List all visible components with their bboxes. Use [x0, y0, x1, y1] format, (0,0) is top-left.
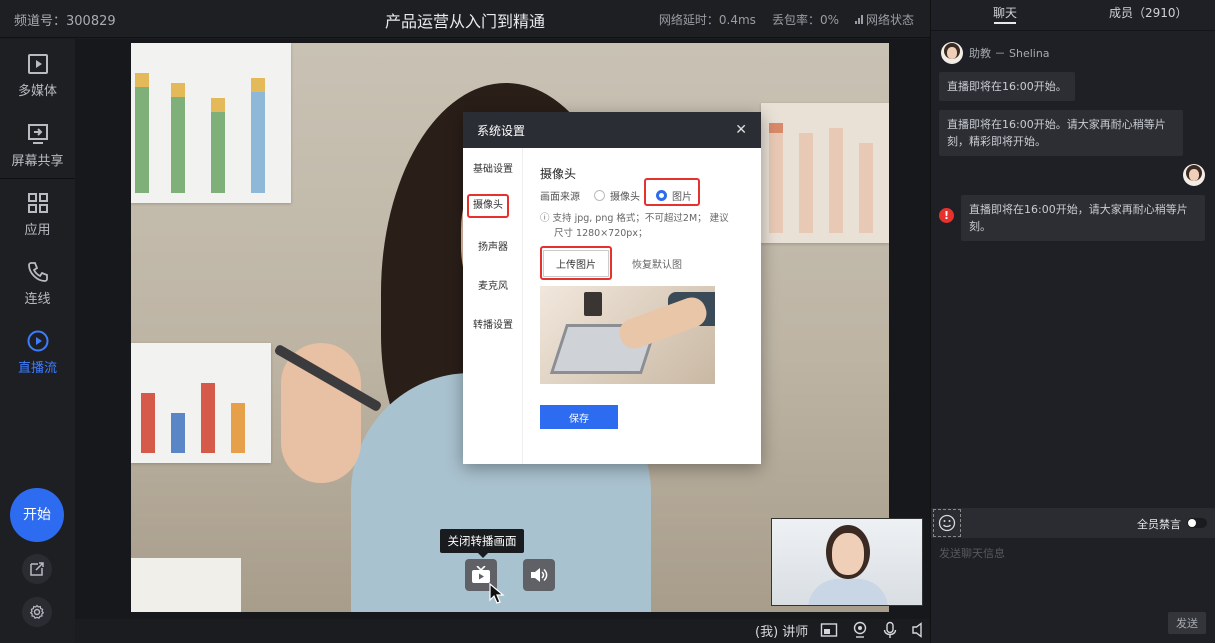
- tab-members[interactable]: 成员（2910）: [1109, 4, 1188, 21]
- upload-image-button[interactable]: 上传图片: [540, 246, 612, 280]
- info-line-1: 支持 jpg, png 格式；不可超过2M； 建议: [552, 213, 729, 224]
- mute-all-toggle[interactable]: [1187, 518, 1207, 528]
- sender-name: 助教 － Shelina: [969, 47, 1050, 60]
- dialog-nav-microphone[interactable]: 麦克风: [463, 277, 523, 292]
- sidebar-item-label: 多媒体: [17, 84, 57, 99]
- dialog-nav-basic[interactable]: 基础设置: [463, 160, 523, 175]
- image-option-highlight: [644, 178, 700, 206]
- smile-icon: [938, 514, 956, 532]
- send-button[interactable]: 发送: [1168, 612, 1206, 634]
- mute-all-label: 全员禁言: [1137, 518, 1181, 531]
- apps-icon: [27, 193, 48, 213]
- upload-info: ⓘ 支持 jpg, png 格式；不可超过2M； 建议 尺寸 1280×720p…: [540, 211, 750, 241]
- dialog-nav-relay[interactable]: 转播设置: [463, 316, 523, 331]
- tv-icon: [472, 566, 490, 583]
- info-line-2: 尺寸 1280×720px；: [554, 228, 648, 239]
- mouse-cursor-icon: [489, 583, 505, 604]
- sidebar-item-apps[interactable]: 应用: [0, 191, 75, 238]
- sidebar-item-media[interactable]: 多媒体: [0, 52, 75, 99]
- tooltip: 关闭转播画面: [440, 529, 524, 558]
- chat-toolbar: 全员禁言: [931, 508, 1215, 538]
- role-label: (我) 讲师: [755, 625, 809, 640]
- latency-text: 网络延时：0.4ms: [658, 13, 756, 27]
- dialog-nav: 基础设置 摄像头 扬声器 麦克风 转播设置: [463, 148, 523, 464]
- sidebar-divider: [0, 178, 75, 179]
- media-icon: [27, 54, 48, 74]
- bottom-bar: (我) 讲师: [75, 619, 930, 643]
- sidebar-item-screen-share[interactable]: 屏幕共享: [0, 122, 75, 169]
- camera-option-label: 摄像头: [610, 192, 640, 203]
- dialog-nav-speaker[interactable]: 扬声器: [463, 238, 523, 253]
- chat-message: 直播即将在16:00开始。请大家再耐心稍等片刻，精彩即将开始。: [939, 110, 1183, 156]
- network-status[interactable]: 网络状态: [854, 11, 914, 28]
- chat-panel: 聊天 成员（2910） 助教 － Shelina 直播即将在16:00开始。 直…: [930, 0, 1215, 643]
- source-label: 画面来源: [540, 192, 580, 203]
- microphone-icon[interactable]: [881, 621, 899, 639]
- gear-icon: [29, 604, 45, 619]
- sidebar-item-live-stream[interactable]: 直播流: [0, 329, 75, 376]
- chat-message: 直播即将在16:00开始，请大家再耐心稍等片刻。: [961, 195, 1205, 241]
- sidebar-item-connect[interactable]: 连线: [0, 260, 75, 307]
- screen-layout-icon[interactable]: [820, 621, 838, 639]
- wall-chart: [131, 343, 271, 463]
- save-button[interactable]: 保存: [540, 405, 618, 429]
- popout-button[interactable]: [22, 554, 52, 584]
- network-info: 网络延时：0.4ms 丢包率：0% 网络状态: [659, 11, 914, 28]
- wall-chart: [761, 103, 889, 243]
- phone-icon: [27, 262, 48, 282]
- upload-image-label: 上传图片: [543, 249, 609, 277]
- dialog-header: 系统设置 ✕: [463, 112, 761, 148]
- active-tab-indicator: [994, 22, 1016, 24]
- network-status-label: 网络状态: [865, 13, 914, 27]
- chat-message: 直播即将在16:00开始。: [939, 72, 1075, 101]
- restore-default-link[interactable]: 恢复默认图: [632, 256, 682, 271]
- section-title: 摄像头: [540, 167, 577, 181]
- left-sidebar: 多媒体 屏幕共享 应用 连线 直播流 开始: [0, 39, 75, 643]
- camera-icon[interactable]: [851, 621, 869, 639]
- start-button[interactable]: 开始: [10, 488, 64, 542]
- speaker-icon: [531, 568, 548, 582]
- live-stream-icon: [27, 330, 48, 352]
- settings-button[interactable]: [22, 597, 52, 627]
- teacher-camera-pip[interactable]: [771, 518, 923, 606]
- tab-chat[interactable]: 聊天: [993, 4, 1017, 21]
- dialog-body: 摄像头 画面来源 摄像头 图片 ⓘ 支持 jpg, png 格式；不可超过2M；…: [540, 148, 750, 464]
- top-bar: 频道号：300829 产品运营从入门到精通 网络延时：0.4ms 丢包率：0% …: [0, 0, 930, 38]
- wall-calendar: [131, 558, 241, 612]
- avatar: [1183, 164, 1205, 186]
- signal-icon: [854, 14, 863, 24]
- system-settings-dialog: 系统设置 ✕ 基础设置 摄像头 扬声器 麦克风 转播设置 摄像头 画面来源 摄像…: [463, 112, 761, 464]
- speaker-icon[interactable]: [911, 621, 929, 639]
- sidebar-item-label: 应用: [24, 223, 51, 238]
- packet-loss-text: 丢包率：0%: [771, 13, 839, 27]
- sidebar-item-label: 屏幕共享: [11, 154, 64, 169]
- volume-button[interactable]: [523, 559, 555, 591]
- screen-share-icon: [27, 124, 48, 144]
- dialog-title: 系统设置: [477, 123, 526, 138]
- image-preview: [540, 286, 715, 384]
- sidebar-item-label: 连线: [24, 292, 51, 307]
- dialog-nav-camera[interactable]: 摄像头: [467, 194, 509, 218]
- close-icon[interactable]: ✕: [735, 122, 747, 138]
- sidebar-item-label: 直播流: [17, 361, 57, 376]
- wall-chart: [131, 43, 291, 203]
- emoji-button[interactable]: [933, 509, 961, 537]
- error-icon[interactable]: !: [939, 208, 954, 223]
- chat-input[interactable]: [939, 543, 1209, 563]
- info-icon: ⓘ: [540, 213, 550, 224]
- avatar: [941, 42, 963, 64]
- tabs-divider: [931, 30, 1215, 31]
- popout-icon: [30, 562, 44, 576]
- camera-radio[interactable]: [594, 190, 605, 201]
